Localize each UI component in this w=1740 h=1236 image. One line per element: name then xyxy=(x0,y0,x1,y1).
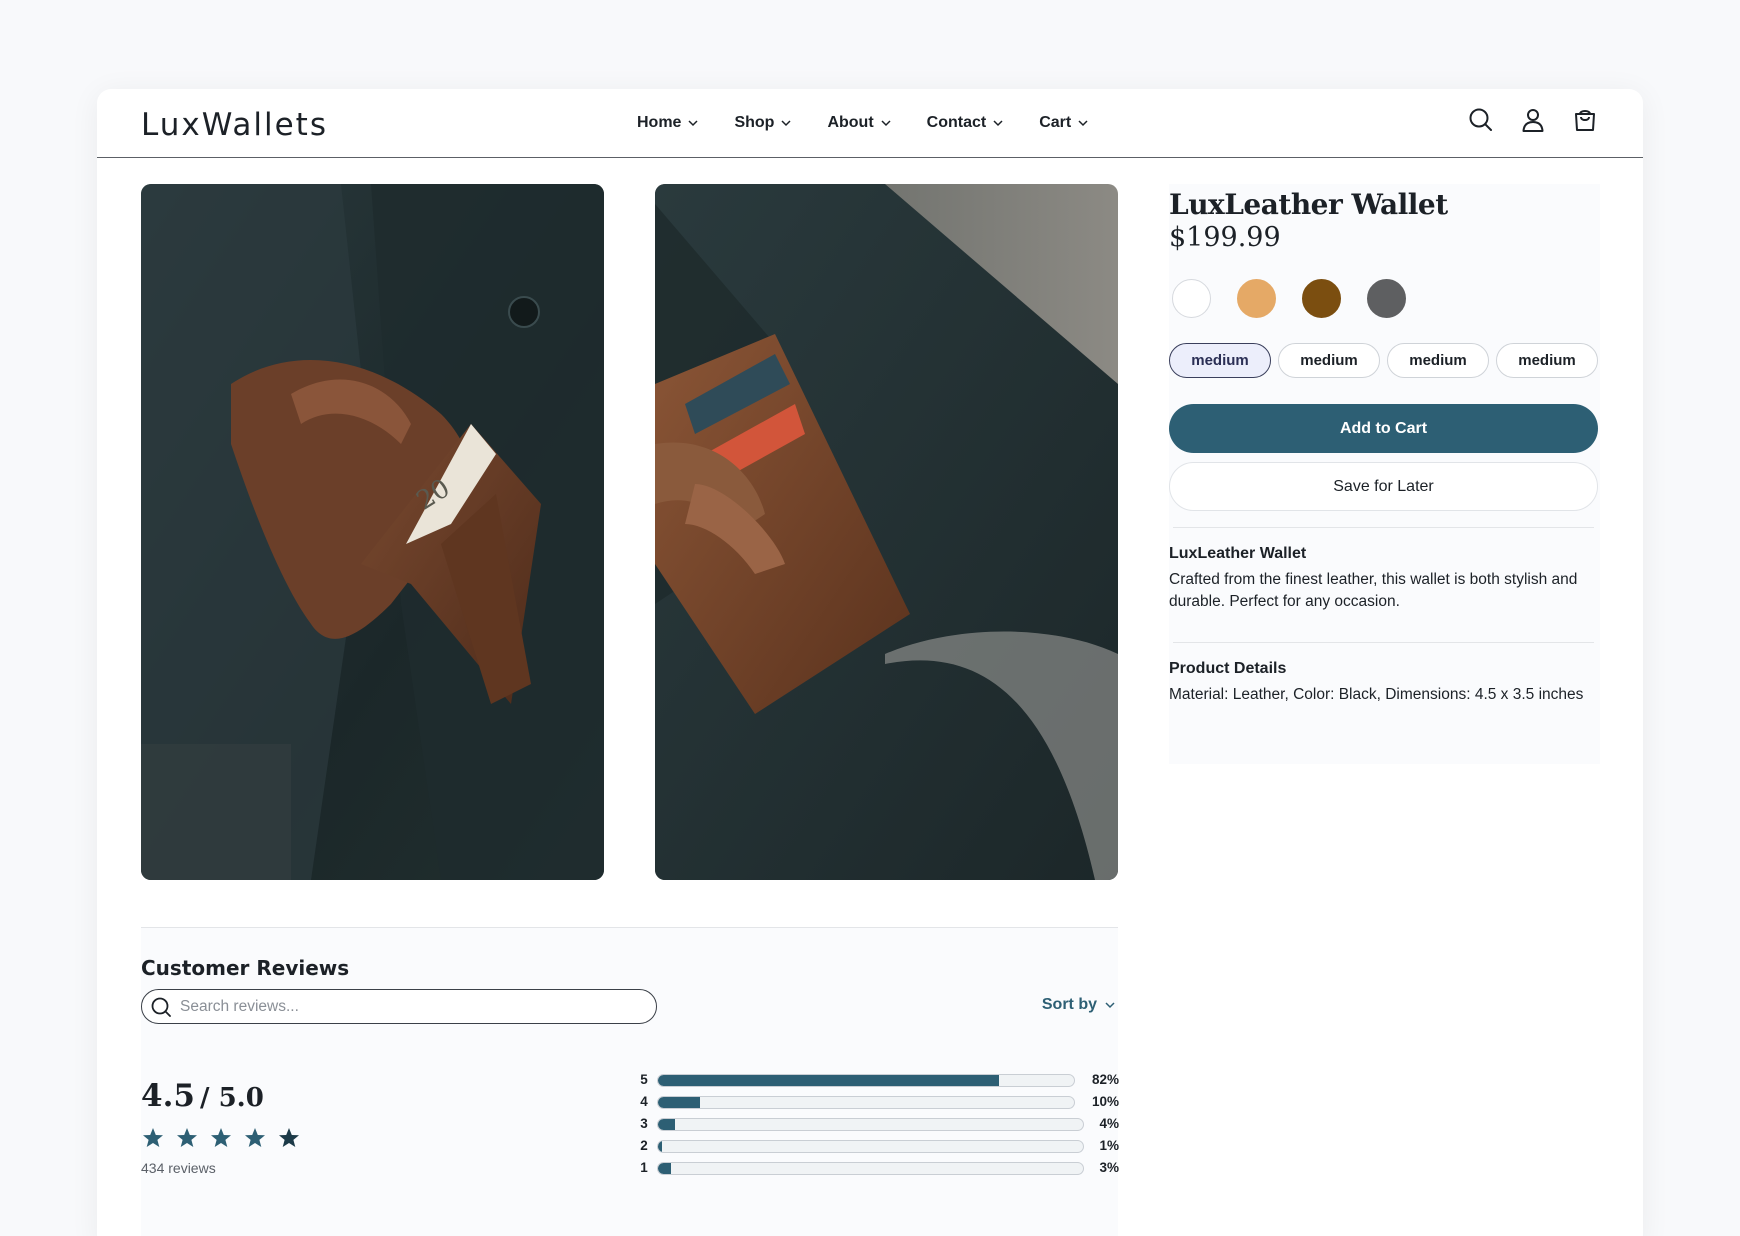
average-value: 4.5 xyxy=(141,1078,195,1114)
star-icon xyxy=(279,1128,299,1147)
rating-row-2: 2 1% xyxy=(639,1135,1119,1157)
nav-item-contact[interactable]: Contact xyxy=(927,111,1005,135)
nav-item-cart[interactable]: Cart xyxy=(1039,111,1089,135)
product-panel: LuxLeather Wallet $199.99 medium medium … xyxy=(1169,184,1600,764)
size-option[interactable]: medium xyxy=(1387,343,1489,378)
nav-item-home[interactable]: Home xyxy=(637,111,699,135)
details-text: Material: Leather, Color: Black, Dimensi… xyxy=(1169,686,1584,703)
size-option[interactable]: medium xyxy=(1278,343,1380,378)
wallet-photo xyxy=(655,184,1118,880)
review-search[interactable] xyxy=(141,989,657,1024)
color-swatch-tan[interactable] xyxy=(1237,279,1276,318)
chevron-down-icon xyxy=(781,120,791,127)
rating-label: 4 xyxy=(640,1094,648,1109)
rating-label: 5 xyxy=(640,1072,648,1087)
rating-bar xyxy=(657,1118,1084,1131)
details-heading: Product Details xyxy=(1169,660,1287,677)
rating-bar-fill xyxy=(658,1163,671,1174)
rating-bar-fill xyxy=(658,1141,663,1152)
product-image-2[interactable] xyxy=(655,184,1118,880)
rating-row-1: 1 3% xyxy=(639,1157,1119,1179)
main-nav: Home Shop About Contact Cart xyxy=(637,111,1124,135)
rating-percent: 1% xyxy=(1099,1138,1119,1153)
star-icon xyxy=(211,1128,231,1147)
star-rating xyxy=(141,1126,301,1150)
nav-label: Cart xyxy=(1039,114,1072,131)
chevron-down-icon xyxy=(993,120,1003,127)
rating-percent: 3% xyxy=(1099,1160,1119,1175)
sort-dropdown[interactable]: Sort by xyxy=(1042,996,1116,1014)
brand-logo[interactable]: LuxWallets xyxy=(141,107,328,143)
rating-label: 2 xyxy=(640,1138,648,1153)
rating-row-4: 4 10% xyxy=(639,1091,1119,1113)
description-heading: LuxLeather Wallet xyxy=(1169,545,1307,562)
nav-label: Contact xyxy=(926,114,987,131)
nav-label: Home xyxy=(637,114,682,131)
rating-distribution: 5 82% 4 10% 3 4% 2 1% 1 3% xyxy=(639,1069,1119,1179)
rating-bar xyxy=(657,1096,1075,1109)
page-card: LuxWallets Home Shop About Contact Cart xyxy=(97,89,1643,1236)
account-icon[interactable] xyxy=(1519,106,1547,134)
nav-item-shop[interactable]: Shop xyxy=(734,111,792,135)
nav-label: Shop xyxy=(734,114,775,131)
customer-reviews: Customer Reviews Sort by 4.5 / 5.0 434 r… xyxy=(141,927,1119,1236)
color-swatch-brown[interactable] xyxy=(1302,279,1341,318)
nav-item-about[interactable]: About xyxy=(827,111,891,135)
star-icon xyxy=(177,1128,197,1147)
shopping-bag-icon[interactable] xyxy=(1571,106,1599,134)
size-option[interactable]: medium xyxy=(1496,343,1598,378)
color-swatch-gray[interactable] xyxy=(1367,279,1406,318)
divider xyxy=(1173,642,1594,643)
review-count: 434 reviews xyxy=(141,1160,216,1176)
rating-bar-fill xyxy=(658,1075,1000,1086)
rating-bar-fill xyxy=(658,1097,700,1108)
average-rating: 4.5 / 5.0 xyxy=(141,1078,264,1114)
rating-label: 3 xyxy=(640,1116,648,1131)
sort-label: Sort by xyxy=(1041,996,1097,1013)
size-option-selected[interactable]: medium xyxy=(1169,343,1271,378)
chevron-down-icon xyxy=(1078,120,1088,127)
reviews-title: Customer Reviews xyxy=(141,956,350,980)
search-icon[interactable] xyxy=(1467,106,1495,134)
rating-label: 1 xyxy=(640,1160,648,1175)
site-header: LuxWallets Home Shop About Contact Cart xyxy=(97,89,1643,158)
rating-row-3: 3 4% xyxy=(639,1113,1119,1135)
star-icon xyxy=(245,1128,265,1147)
save-for-later-button[interactable]: Save for Later xyxy=(1169,462,1598,511)
nav-label: About xyxy=(827,114,874,131)
search-reviews-input[interactable] xyxy=(180,997,630,1016)
product-image-1[interactable]: 20 xyxy=(141,184,604,880)
rating-bar xyxy=(657,1140,1084,1153)
rating-bar xyxy=(657,1074,1075,1087)
rating-percent: 82% xyxy=(1091,1072,1119,1087)
product-price: $199.99 xyxy=(1169,222,1281,253)
rating-percent: 10% xyxy=(1091,1094,1119,1109)
star-icon xyxy=(143,1128,163,1147)
product-title: LuxLeather Wallet xyxy=(1169,188,1448,221)
rating-bar xyxy=(657,1162,1084,1175)
rating-row-5: 5 82% xyxy=(639,1069,1119,1091)
add-to-cart-button[interactable]: Add to Cart xyxy=(1169,404,1598,453)
search-icon xyxy=(151,997,171,1017)
rating-percent: 4% xyxy=(1099,1116,1119,1131)
divider xyxy=(1173,527,1594,528)
size-options: medium medium medium medium xyxy=(1169,343,1598,378)
color-swatch-white[interactable] xyxy=(1172,279,1211,318)
chevron-down-icon xyxy=(881,120,891,127)
color-swatches xyxy=(1172,279,1406,318)
header-actions xyxy=(1467,106,1599,134)
rating-bar-fill xyxy=(658,1119,675,1130)
description-text: Crafted from the finest leather, this wa… xyxy=(1169,571,1578,610)
rating-scale: / 5.0 xyxy=(200,1083,264,1113)
wallet-photo: 20 xyxy=(141,184,604,880)
chevron-down-icon xyxy=(1105,1002,1115,1009)
chevron-down-icon xyxy=(688,120,698,127)
